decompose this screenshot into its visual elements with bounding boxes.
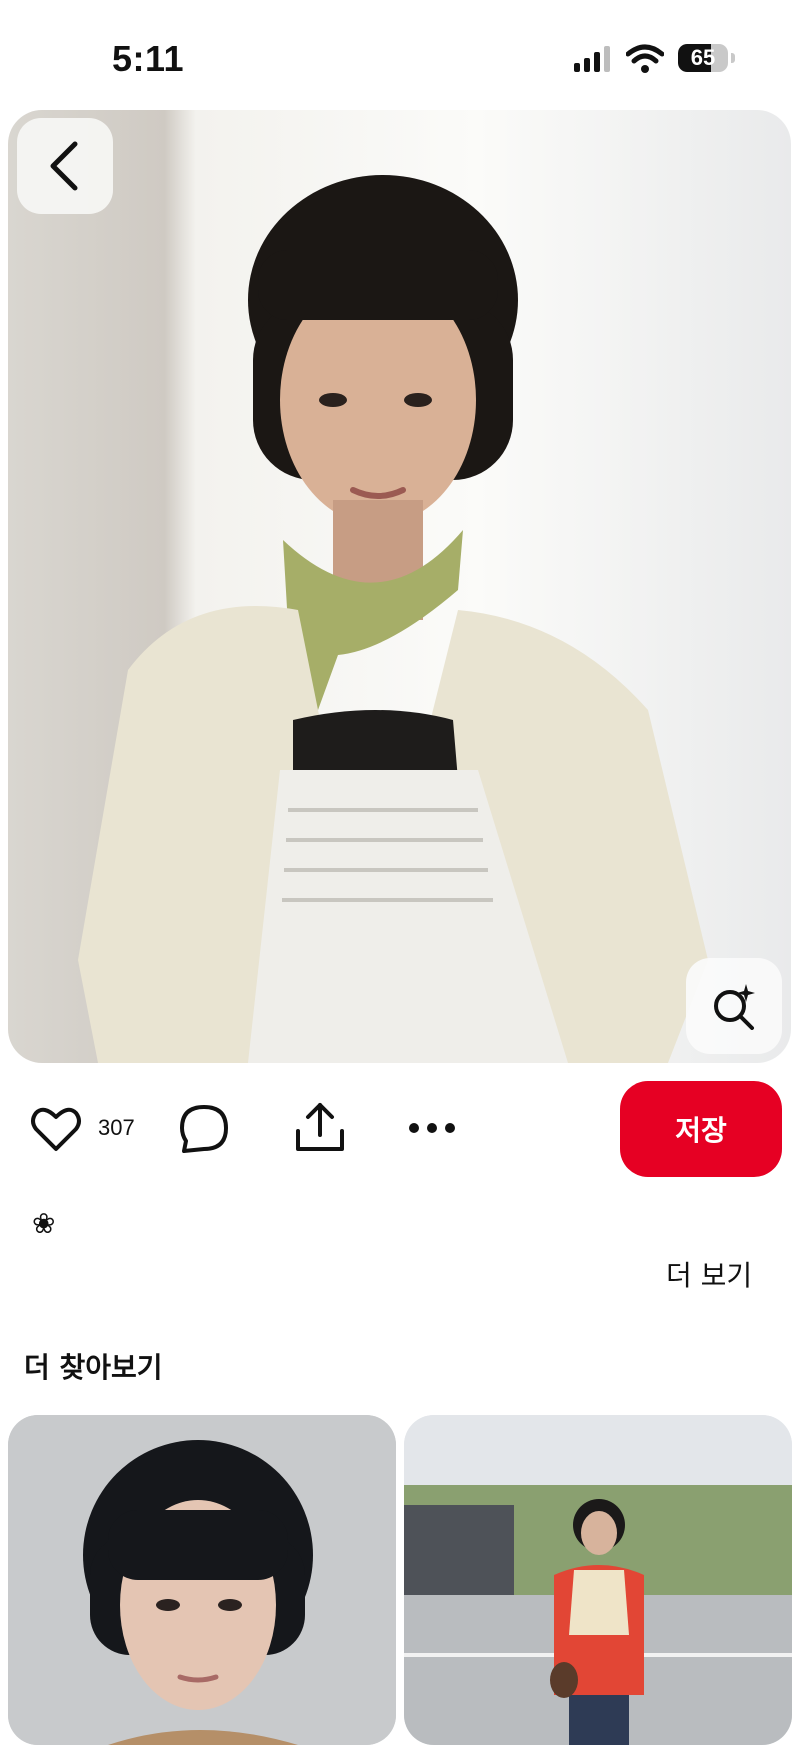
like-count: 307 (98, 1115, 135, 1140)
back-button[interactable] (17, 118, 113, 214)
see-more-link[interactable]: 더 보기 (666, 1254, 752, 1294)
chevron-left-icon (50, 141, 78, 191)
pin-description: ❀ (32, 1207, 56, 1240)
pin-photo (78, 175, 708, 1063)
related-pin-2[interactable] (404, 1415, 792, 1745)
status-bar: 5:11 65 (0, 0, 800, 110)
pin-action-row: 307 저장 (0, 1075, 800, 1185)
battery-level: 65 (690, 45, 716, 70)
visual-search-button[interactable] (686, 958, 782, 1054)
share-icon[interactable] (292, 1099, 348, 1155)
cellular-signal-icon (574, 46, 610, 72)
related-pin-2-photo (404, 1415, 792, 1745)
pin-image[interactable] (8, 110, 791, 1063)
battery-nub (731, 53, 735, 63)
battery-indicator: 65 (678, 44, 728, 72)
status-time: 5:11 (112, 38, 185, 79)
related-pin-1[interactable] (8, 1415, 396, 1745)
wifi-icon (626, 44, 664, 73)
heart-icon[interactable] (30, 1105, 82, 1153)
comment-icon[interactable] (178, 1103, 230, 1155)
more-icon[interactable] (406, 1113, 458, 1143)
save-button[interactable]: 저장 (620, 1081, 782, 1177)
explore-more-title: 더 찾아보기 (24, 1351, 163, 1384)
related-pin-1-photo (8, 1415, 396, 1745)
lens-sparkle-icon (714, 984, 755, 1030)
